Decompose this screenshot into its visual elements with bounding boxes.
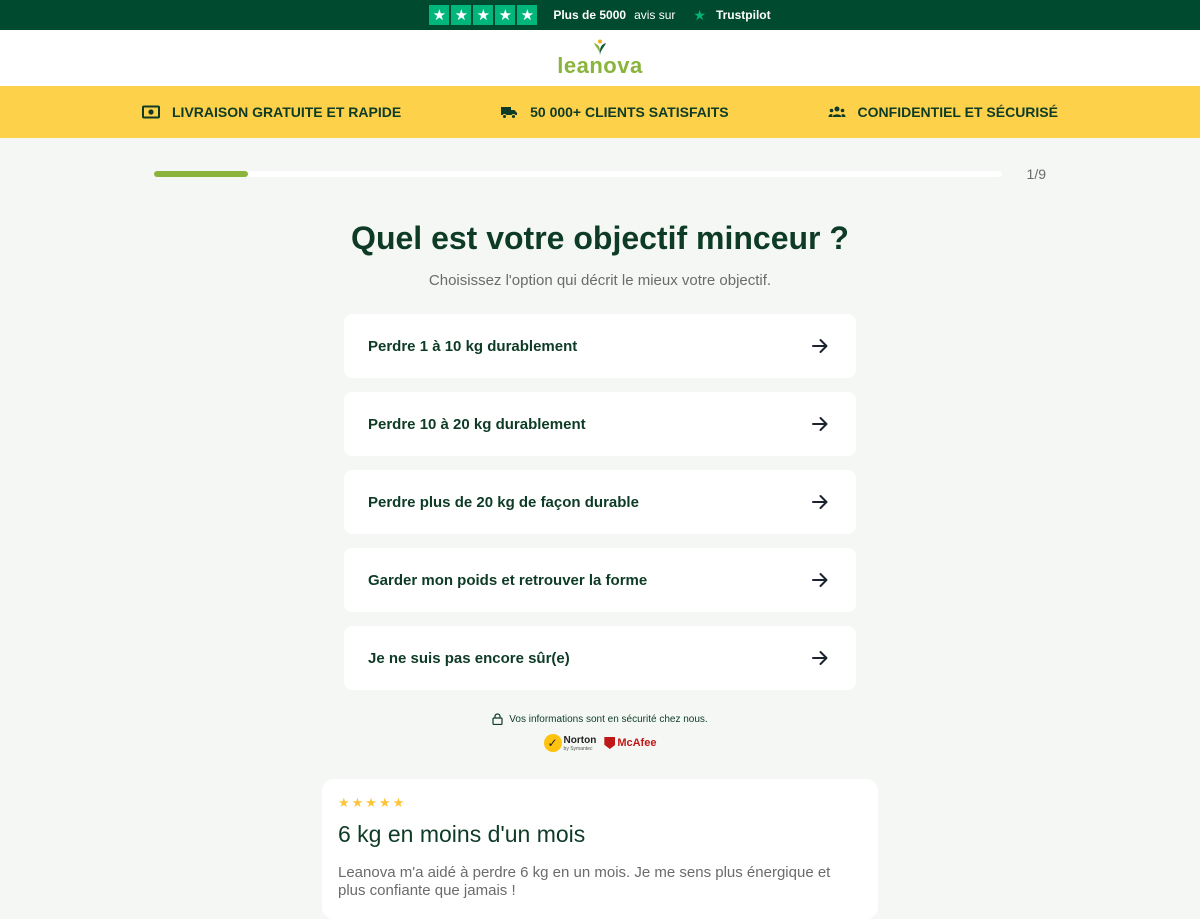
question-subtitle: Choisissez l'option qui décrit le mieux … (428, 272, 772, 289)
arrow-right-icon (812, 573, 828, 587)
benefit-secure: CONFIDENTIEL ET SÉCURISÉ (828, 104, 1058, 120)
norton-label: Norton (563, 734, 597, 746)
benefit-clients: 50 000+ CLIENTS SATISFAITS (500, 104, 729, 120)
review-card: ★★★★★ 6 kg en moins d'un mois Leanova m'… (322, 779, 878, 919)
star-icon: ★ (429, 5, 450, 25)
review-text: Leanova m'a aidé à perdre 6 kg en un moi… (338, 864, 831, 899)
benefit-delivery: LIVRAISON GRATUITE ET RAPIDE (142, 104, 401, 120)
trustpilot-bar: ★ ★ ★ ★ ★ Plus de 5000 avis sur ★ Trustp… (0, 0, 1200, 30)
norton-sub-label: by Symantec (563, 745, 593, 752)
benefit-label: CONFIDENTIEL ET SÉCURISÉ (857, 104, 1058, 120)
answer-option-label: Je ne suis pas encore sûr(e) (368, 649, 570, 667)
answer-option-label: Perdre plus de 20 kg de façon durable (368, 493, 639, 511)
benefit-label: 50 000+ CLIENTS SATISFAITS (530, 104, 729, 120)
trustpilot-star-icon: ★ (693, 6, 706, 23)
quiz-progress: 1/9 (154, 166, 1046, 182)
answer-option[interactable]: Garder mon poids et retrouver la forme (344, 548, 856, 612)
mcafee-badge: McAfee (604, 737, 656, 749)
arrow-right-icon (812, 417, 828, 431)
mcafee-shield-icon (604, 737, 616, 749)
people-icon (828, 106, 846, 117)
review-title: 6 kg en moins d'un mois (338, 821, 586, 847)
answer-option[interactable]: Perdre plus de 20 kg de façon durable (344, 470, 856, 534)
arrow-right-icon (812, 495, 828, 509)
star-icon: ★ (517, 5, 538, 25)
arrow-right-icon (812, 651, 828, 665)
star-icon: ★ (495, 5, 516, 25)
lock-icon (492, 713, 503, 725)
progress-track (154, 171, 1002, 177)
brand-header: leanova (0, 30, 1200, 86)
benefits-bar: LIVRAISON GRATUITE ET RAPIDE 50 000+ CLI… (0, 86, 1200, 138)
progress-fill (154, 171, 249, 177)
star-icon: ★ (451, 5, 472, 25)
arrow-right-icon (812, 339, 828, 353)
security-badges: ✓ Norton by Symantec McAfee (0, 734, 1200, 752)
star-icon: ★ (473, 5, 494, 25)
answer-option-label: Perdre 10 à 20 kg durablement (368, 415, 586, 433)
answer-option[interactable]: Perdre 1 à 10 kg durablement (344, 314, 856, 378)
cash-icon (142, 105, 160, 119)
progress-step-label: 1/9 (1026, 166, 1046, 182)
truck-icon (501, 107, 518, 119)
reviews-text: avis sur (634, 8, 676, 22)
trustpilot-stars: ★ ★ ★ ★ ★ (429, 5, 538, 25)
question-title: Quel est votre objectif minceur ? (351, 220, 849, 256)
security-text: Vos informations sont en sécurité chez n… (509, 713, 708, 725)
security-note: Vos informations sont en sécurité chez n… (0, 713, 1200, 725)
review-stars: ★★★★★ (338, 795, 407, 810)
answer-option-label: Garder mon poids et retrouver la forme (368, 571, 648, 589)
answer-option-label: Perdre 1 à 10 kg durablement (368, 337, 578, 355)
answer-options: Perdre 1 à 10 kg durablement Perdre 10 à… (344, 314, 856, 704)
reviews-count: Plus de 5000 (553, 8, 627, 22)
benefit-label: LIVRAISON GRATUITE ET RAPIDE (172, 104, 402, 120)
checkmark-icon: ✓ (543, 734, 562, 752)
norton-badge: ✓ Norton by Symantec (543, 734, 597, 752)
trustpilot-label[interactable]: Trustpilot (716, 8, 771, 22)
brand-logo[interactable]: leanova (557, 55, 642, 77)
mcafee-label: McAfee (617, 737, 657, 749)
answer-option[interactable]: Je ne suis pas encore sûr(e) (344, 626, 856, 690)
answer-option[interactable]: Perdre 10 à 20 kg durablement (344, 392, 856, 456)
